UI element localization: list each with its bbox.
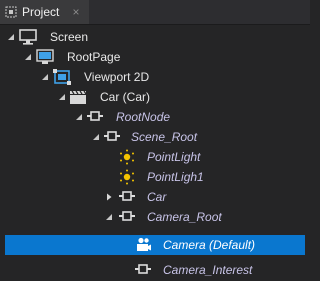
tree-item-label: Camera_Root [147, 210, 222, 224]
tab-project-label: Project [22, 5, 60, 19]
expanded-arrow-icon[interactable] [105, 213, 113, 221]
page-icon [36, 49, 54, 64]
node-icon [119, 191, 135, 201]
tree-item-pointligh1[interactable]: PointLigh1 [0, 167, 310, 187]
tree-item-label: Camera_Interest [163, 263, 253, 277]
tree-item-pointlight[interactable]: PointLight [0, 147, 310, 167]
expanded-arrow-icon[interactable] [7, 33, 15, 41]
tree-item-label: RootNode [116, 110, 171, 124]
point-light-icon [120, 149, 134, 165]
expanded-arrow-icon[interactable] [58, 93, 66, 101]
tree-item-viewport-2d[interactable]: Viewport 2D [0, 67, 310, 87]
node-icon [135, 264, 151, 274]
node-icon [87, 111, 103, 121]
tree-item-label: Car [147, 190, 167, 204]
tree-item-label: Viewport 2D [84, 70, 150, 84]
tree-item-rootnode[interactable]: RootNode [0, 107, 310, 127]
tab-project[interactable]: Project × [0, 0, 89, 24]
expanded-arrow-icon[interactable] [75, 113, 83, 121]
point-light-icon [120, 169, 134, 185]
scene-clapper-icon [70, 90, 87, 104]
tree-item-rootpage[interactable]: RootPage [0, 47, 310, 67]
tree-item-label: Scene_Root [131, 130, 198, 144]
tree-item-camera-default[interactable]: Camera (Default) [5, 235, 305, 255]
tree-item-label: Camera (Default) [163, 238, 256, 252]
tree-item-label: RootPage [67, 50, 121, 64]
tree-item-label: Car (Car) [100, 90, 150, 104]
node-icon [119, 211, 135, 221]
tree-item-camera-root[interactable]: Camera_Root [0, 207, 310, 227]
node-icon [104, 131, 120, 141]
expanded-arrow-icon[interactable] [41, 73, 49, 81]
screen-monitor-icon [19, 29, 37, 45]
expanded-arrow-icon[interactable] [92, 133, 100, 141]
camera-icon [137, 237, 151, 251]
tree-item-label: PointLight [147, 150, 201, 164]
project-panel-icon [5, 6, 17, 18]
project-panel: Project × Screen RootPage Viewport 2D Ca… [0, 0, 310, 281]
close-icon[interactable]: × [70, 6, 82, 18]
collapsed-arrow-icon[interactable] [105, 193, 113, 201]
tree-item-scene-root[interactable]: Scene_Root [0, 127, 310, 147]
tree-item-screen[interactable]: Screen [0, 27, 310, 47]
tree-item-camera-interest[interactable]: Camera_Interest [0, 260, 310, 280]
expanded-arrow-icon[interactable] [24, 53, 32, 61]
viewport-2d-icon [53, 69, 71, 85]
tree-item-car-node[interactable]: Car [0, 187, 310, 207]
tree-item-car-scene[interactable]: Car (Car) [0, 87, 310, 107]
tab-bar: Project × [0, 0, 310, 25]
tree-item-label: PointLigh1 [147, 170, 204, 184]
tree-item-label: Screen [50, 30, 89, 44]
